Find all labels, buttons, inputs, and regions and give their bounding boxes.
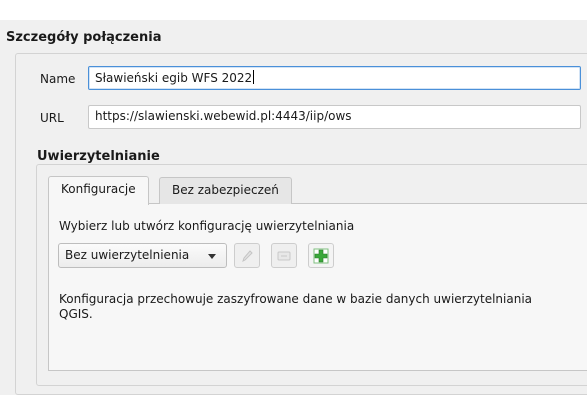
connection-details-title: Szczegóły połączenia: [6, 30, 162, 45]
auth-info-line-1: Konfiguracja przechowuje zaszyfrowane da…: [59, 292, 533, 306]
text-caret: [253, 70, 255, 84]
url-input[interactable]: https://slawienski.webewid.pl:4443/iip/o…: [88, 105, 581, 129]
add-config-button[interactable]: [308, 243, 334, 268]
auth-info-text: Konfiguracja przechowuje zaszyfrowane da…: [59, 292, 532, 322]
pencil-icon: [242, 249, 253, 262]
name-label: Name: [40, 72, 76, 86]
authentication-title: Uwierzytelnianie: [37, 149, 160, 164]
name-input[interactable]: Sławieński egib WFS 2022: [88, 66, 581, 90]
add-icon: [313, 248, 329, 263]
top-strip: [0, 0, 587, 20]
chevron-down-icon: [208, 254, 216, 259]
remove-icon: [277, 251, 291, 260]
auth-prompt: Wybierz lub utwórz konfigurację uwierzyt…: [59, 219, 355, 233]
tab-no-security[interactable]: Bez zabezpieczeń: [159, 177, 292, 204]
url-label: URL: [40, 111, 64, 125]
auth-info-line-2: QGIS.: [59, 307, 93, 321]
auth-config-select[interactable]: Bez uwierzytelnienia: [58, 243, 227, 268]
remove-config-button[interactable]: [271, 243, 297, 268]
tab-configurations[interactable]: Konfiguracje: [48, 176, 149, 205]
auth-config-selected: Bez uwierzytelnienia: [65, 248, 190, 262]
name-input-value: Sławieński egib WFS 2022: [95, 71, 253, 85]
edit-config-button[interactable]: [234, 243, 260, 268]
